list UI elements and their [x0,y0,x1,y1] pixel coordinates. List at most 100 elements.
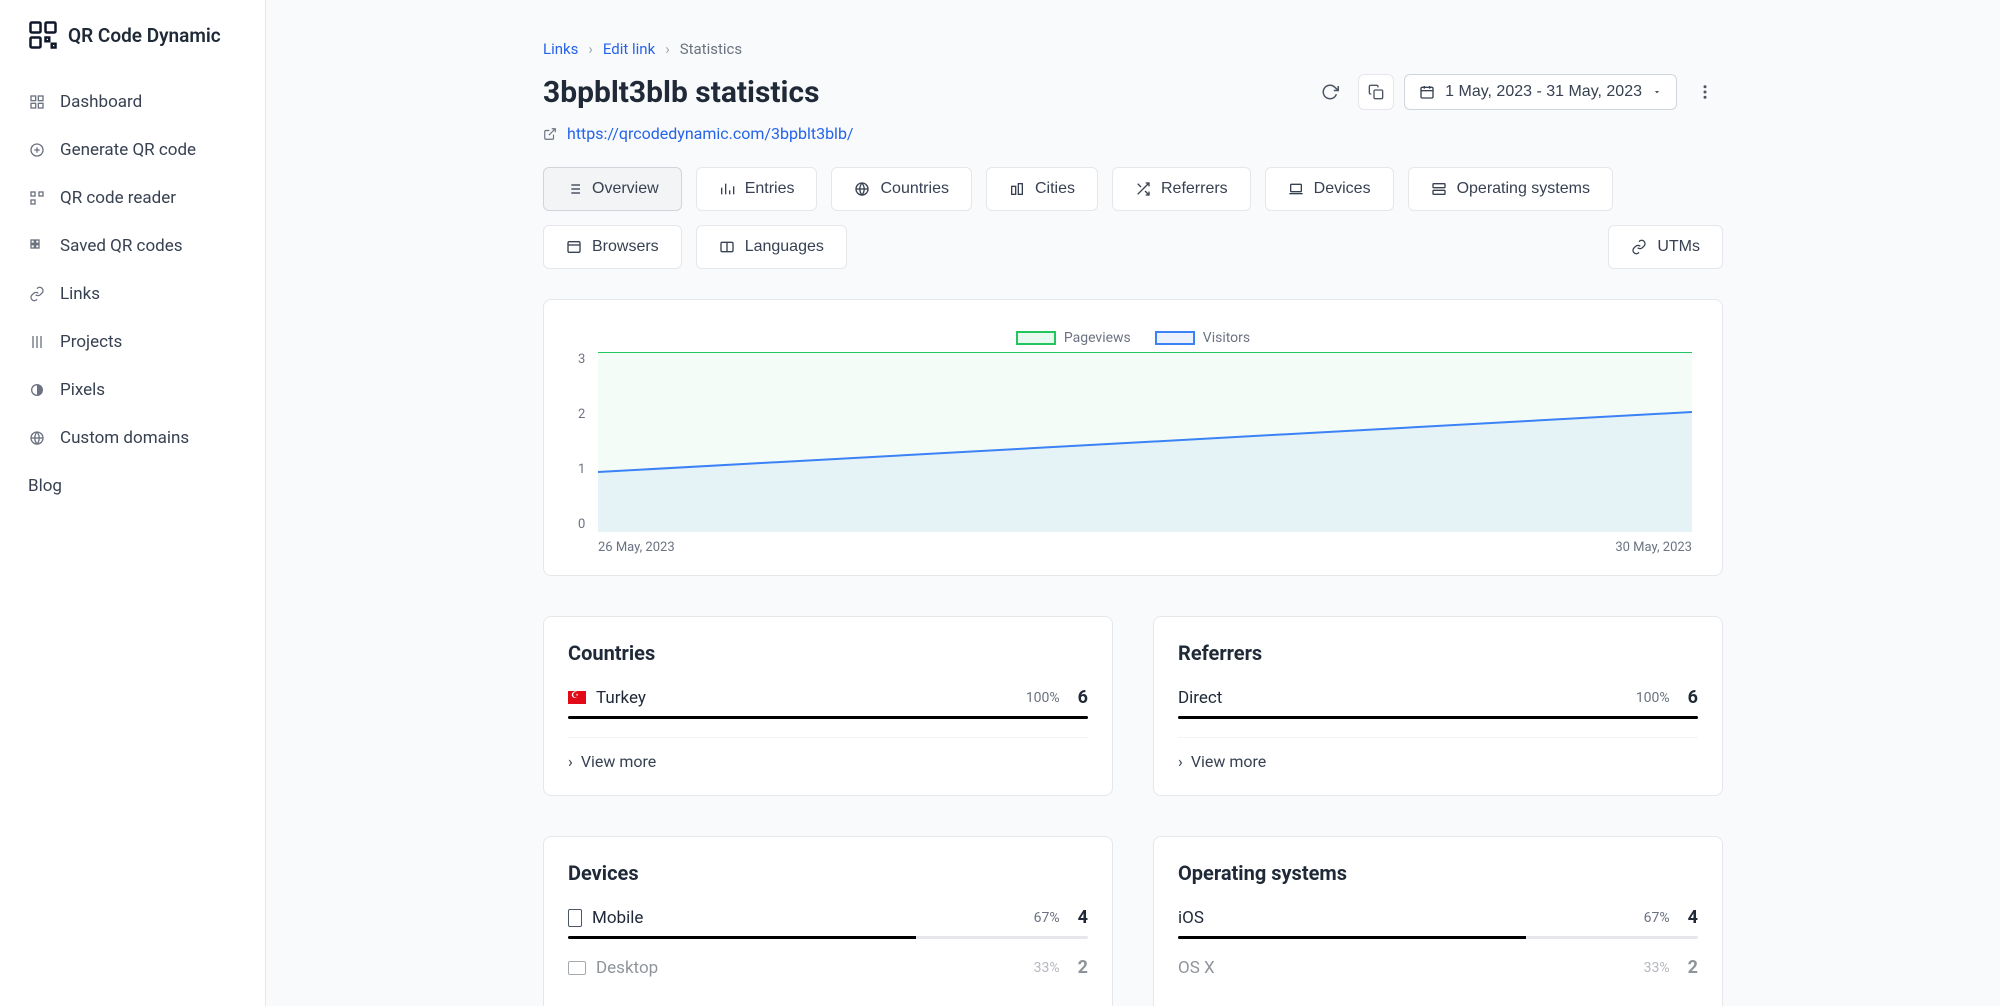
chevron-right-icon: › [588,40,593,58]
grid-icon [28,93,46,111]
x-tick: 26 May, 2023 [598,540,675,555]
page-title: 3bpblt3blb statistics [543,75,820,110]
chart-svg [598,352,1692,532]
external-link-icon [543,127,557,141]
tab-cities[interactable]: Cities [986,167,1098,211]
stat-row: iOS 67%4 [1178,907,1698,939]
panel-referrers: Referrers Direct 100%6 ›View more [1153,616,1723,796]
nav-label: Dashboard [60,92,142,112]
date-range-text: 1 May, 2023 - 31 May, 2023 [1445,83,1642,101]
link-icon [28,285,46,303]
tab-overview[interactable]: Overview [543,167,682,211]
more-options-button[interactable] [1687,74,1723,110]
chart-card: Pageviews Visitors 3 2 1 0 [543,299,1723,576]
legend-visitors[interactable]: Visitors [1155,330,1250,346]
globe-icon [28,429,46,447]
nav-saved-qr[interactable]: Saved QR codes [12,222,253,270]
panel-title: Operating systems [1178,861,1698,885]
server-icon [1431,181,1447,197]
breadcrumb: Links › Edit link › Statistics [543,40,1723,58]
nav-generate-qr[interactable]: Generate QR code [12,126,253,174]
shuffle-icon [1135,181,1151,197]
panel-os: Operating systems iOS 67%4 OS X 33%2 [1153,836,1723,1006]
brand-logo[interactable]: QR Code Dynamic [0,0,265,70]
breadcrumb-current: Statistics [680,40,742,58]
calendar-icon [1419,84,1435,100]
laptop-icon [1288,181,1304,197]
nav-custom-domains[interactable]: Custom domains [12,414,253,462]
nav-label: Links [60,284,100,304]
projects-icon [28,333,46,351]
chevron-right-icon: › [568,752,573,771]
nav-dashboard[interactable]: Dashboard [12,78,253,126]
nav-pixels[interactable]: Pixels [12,366,253,414]
nav-label: Generate QR code [60,140,196,160]
nav-projects[interactable]: Projects [12,318,253,366]
sidebar-nav: Dashboard Generate QR code QR code reade… [0,70,265,1006]
stats-tabs: Overview Entries Countries Cities Referr… [543,167,1723,269]
tab-os[interactable]: Operating systems [1408,167,1613,211]
nav-blog[interactable]: Blog [12,462,253,510]
y-tick: 1 [578,462,585,477]
stat-row: Mobile 67%4 [568,907,1088,939]
sidebar: QR Code Dynamic Dashboard Generate QR co… [0,0,266,1006]
tab-devices[interactable]: Devices [1265,167,1394,211]
y-tick: 2 [578,407,585,422]
stat-row: Direct 100%6 [1178,687,1698,719]
date-range-picker[interactable]: 1 May, 2023 - 31 May, 2023 [1404,74,1677,110]
target-url-link[interactable]: https://qrcodedynamic.com/3bpblt3blb/ [567,124,854,143]
tab-entries[interactable]: Entries [696,167,818,211]
nav-qr-reader[interactable]: QR code reader [12,174,253,222]
qr-icon [28,189,46,207]
breadcrumb-links[interactable]: Links [543,40,578,58]
tab-languages[interactable]: Languages [696,225,847,269]
panel-title: Devices [568,861,1088,885]
tab-utms[interactable]: UTMs [1608,225,1723,269]
stat-row: OS X 33%2 [1178,957,1698,978]
window-icon [566,239,582,255]
qr-logo-icon [28,20,58,50]
nav-label: Saved QR codes [60,236,183,256]
stat-row: Desktop 33%2 [568,957,1088,978]
refresh-button[interactable] [1312,74,1348,110]
brand-name: QR Code Dynamic [68,24,221,47]
plus-circle-icon [28,141,46,159]
view-more-countries[interactable]: ›View more [568,737,1088,771]
x-tick: 30 May, 2023 [1615,540,1692,555]
nav-label: Custom domains [60,428,189,448]
list-icon [566,181,582,197]
copy-button[interactable] [1358,74,1394,110]
pixel-icon [28,381,46,399]
bookmark-icon [28,237,46,255]
tab-referrers[interactable]: Referrers [1112,167,1251,211]
tab-browsers[interactable]: Browsers [543,225,682,269]
panel-title: Referrers [1178,641,1698,665]
caret-down-icon [1652,87,1662,97]
y-tick: 0 [578,517,585,532]
tab-countries[interactable]: Countries [831,167,971,211]
language-icon [719,239,735,255]
main-content: Links › Edit link › Statistics 3bpblt3bl… [266,0,2000,1006]
breadcrumb-edit-link[interactable]: Edit link [603,40,655,58]
chevron-right-icon: › [665,40,670,58]
nav-label: QR code reader [60,188,176,208]
city-icon [1009,181,1025,197]
link-icon [1631,239,1647,255]
legend-pageviews[interactable]: Pageviews [1016,330,1131,346]
nav-links[interactable]: Links [12,270,253,318]
panel-devices: Devices Mobile 67%4 Desktop 33%2 [543,836,1113,1006]
chevron-right-icon: › [1178,752,1183,771]
y-tick: 3 [578,352,585,367]
flag-tr-icon [568,691,586,704]
desktop-icon [568,961,586,975]
globe-icon [854,181,870,197]
panel-title: Countries [568,641,1088,665]
stat-row: Turkey 100%6 [568,687,1088,719]
panel-countries: Countries Turkey 100%6 ›View more [543,616,1113,796]
mobile-icon [568,909,582,927]
chart-icon [719,181,735,197]
nav-label: Blog [28,476,62,496]
nav-label: Projects [60,332,122,352]
view-more-referrers[interactable]: ›View more [1178,737,1698,771]
nav-label: Pixels [60,380,105,400]
